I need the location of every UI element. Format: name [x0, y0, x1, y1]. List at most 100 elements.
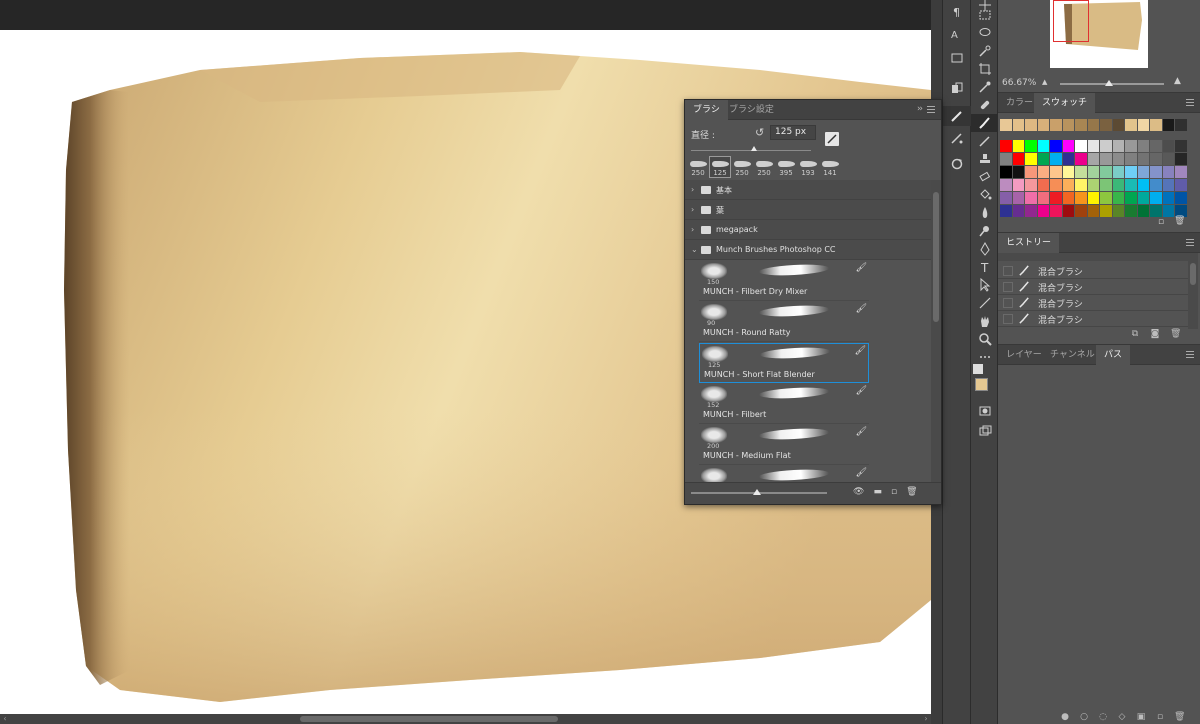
- chevron-right-icon[interactable]: ›: [691, 225, 694, 234]
- color-swatch[interactable]: [1175, 153, 1187, 165]
- color-swatch[interactable]: [1137, 166, 1149, 178]
- color-swatch[interactable]: [1087, 119, 1099, 131]
- history-state[interactable]: 混合ブラシ: [998, 263, 1188, 279]
- rotate-view-icon[interactable]: [943, 154, 971, 174]
- chevron-right-icon[interactable]: ›: [691, 185, 694, 194]
- brush-panel-icon[interactable]: [943, 106, 971, 126]
- color-swatch[interactable]: [1162, 179, 1174, 191]
- brush-preset[interactable]: 193: [797, 156, 819, 178]
- color-swatch[interactable]: [1000, 192, 1012, 204]
- zoom-in-icon[interactable]: ▲: [1174, 76, 1181, 86]
- chevron-down-icon[interactable]: ⌄: [691, 245, 698, 254]
- scrollbar-thumb[interactable]: [300, 716, 558, 722]
- color-swatch[interactable]: [1150, 153, 1162, 165]
- line-tool-icon[interactable]: [971, 294, 998, 312]
- color-swatch[interactable]: [1100, 192, 1112, 204]
- pen-tool-icon[interactable]: [971, 240, 998, 258]
- panel-menu-icon[interactable]: [1186, 99, 1194, 106]
- color-swatch[interactable]: [1125, 119, 1137, 131]
- brush-item[interactable]: 152 MUNCH - Filbert 🖌: [699, 384, 869, 424]
- color-swatch[interactable]: [1100, 153, 1112, 165]
- color-swatch[interactable]: [1112, 119, 1124, 131]
- color-swatch[interactable]: [1137, 140, 1149, 152]
- color-swatch[interactable]: [1087, 205, 1099, 217]
- trash-icon[interactable]: 🗑: [1170, 329, 1181, 339]
- tab-swatches[interactable]: スウォッチ: [1034, 93, 1096, 113]
- color-swatch[interactable]: [1000, 166, 1012, 178]
- color-swatch[interactable]: [1125, 166, 1137, 178]
- color-swatch[interactable]: [1087, 192, 1099, 204]
- color-swatch[interactable]: [1050, 205, 1062, 217]
- color-swatch[interactable]: [1112, 179, 1124, 191]
- paint-bucket-tool-icon[interactable]: [971, 186, 998, 204]
- color-swatch[interactable]: [1162, 119, 1174, 131]
- brush-preset[interactable]: 395: [775, 156, 797, 178]
- history-source-checkbox[interactable]: [1003, 298, 1013, 308]
- color-swatch[interactable]: [1050, 119, 1062, 131]
- color-swatch[interactable]: [1075, 192, 1087, 204]
- color-swatch[interactable]: [1025, 192, 1037, 204]
- color-swatch[interactable]: [1037, 140, 1049, 152]
- tab-history[interactable]: ヒストリー: [998, 233, 1060, 253]
- color-swatch[interactable]: [1150, 119, 1162, 131]
- history-snapshot-row[interactable]: [998, 253, 1188, 261]
- color-swatch[interactable]: [1162, 192, 1174, 204]
- color-swatch[interactable]: [1012, 205, 1024, 217]
- brush-preset[interactable]: 250: [687, 156, 709, 178]
- glyphs-icon[interactable]: [943, 48, 971, 68]
- delete-swatch-icon[interactable]: 🗑: [1174, 216, 1185, 226]
- size-input[interactable]: 125 px: [770, 125, 816, 140]
- color-swatch[interactable]: [1100, 119, 1112, 131]
- color-swatch[interactable]: [1150, 179, 1162, 191]
- history-brush-tool-icon[interactable]: [971, 132, 998, 150]
- color-swatch[interactable]: [1100, 140, 1112, 152]
- color-swatch[interactable]: [1175, 140, 1187, 152]
- zoom-out-icon[interactable]: ▲: [1042, 78, 1047, 86]
- color-swatch[interactable]: [1087, 140, 1099, 152]
- color-swatch[interactable]: [1112, 205, 1124, 217]
- screen-mode-icon[interactable]: [971, 422, 998, 440]
- color-swatch[interactable]: [1162, 166, 1174, 178]
- navigator-zoom-knob[interactable]: [1105, 80, 1113, 86]
- color-swatch[interactable]: [1050, 166, 1062, 178]
- camera-icon[interactable]: ◙: [1150, 329, 1160, 339]
- color-swatch[interactable]: [1100, 166, 1112, 178]
- scroll-right-icon[interactable]: ›: [921, 714, 931, 724]
- color-swatch[interactable]: [1075, 119, 1087, 131]
- color-swatch[interactable]: [1012, 192, 1024, 204]
- color-swatch[interactable]: [1012, 166, 1024, 178]
- brush-list-scrollbar[interactable]: [931, 180, 941, 482]
- color-swatch[interactable]: [1012, 153, 1024, 165]
- color-swatch[interactable]: [1000, 179, 1012, 191]
- path-select-tool-icon[interactable]: [971, 276, 998, 294]
- color-swatch[interactable]: [1150, 166, 1162, 178]
- color-swatch[interactable]: [1137, 192, 1149, 204]
- foreground-color-swatch[interactable]: [975, 378, 988, 391]
- scroll-left-icon[interactable]: ‹: [0, 714, 10, 724]
- quick-mask-icon[interactable]: [971, 402, 998, 420]
- color-swatch[interactable]: [1012, 140, 1024, 152]
- color-swatch[interactable]: [1125, 153, 1137, 165]
- pressure-size-toggle[interactable]: [825, 132, 839, 146]
- navigator-view-box[interactable]: [1053, 0, 1089, 42]
- brush-item[interactable]: 🖌: [699, 466, 869, 482]
- color-swatch[interactable]: [1062, 166, 1074, 178]
- color-swatch[interactable]: [1112, 153, 1124, 165]
- color-swatch[interactable]: [1175, 179, 1187, 191]
- color-swatch[interactable]: [1162, 205, 1174, 217]
- color-swatch[interactable]: [1075, 205, 1087, 217]
- crop-tool-icon[interactable]: [971, 60, 998, 78]
- tab-paths[interactable]: パス: [1096, 345, 1131, 365]
- brush-folder[interactable]: › megapack: [685, 220, 931, 240]
- collapse-panel-icon[interactable]: › ›: [917, 104, 923, 114]
- chevron-right-icon[interactable]: ›: [691, 205, 694, 214]
- lasso-tool-icon[interactable]: [971, 24, 998, 42]
- text-tool-icon[interactable]: T: [971, 258, 998, 276]
- color-swatch[interactable]: [1050, 192, 1062, 204]
- color-swatch[interactable]: [1162, 153, 1174, 165]
- color-swatch[interactable]: [1062, 192, 1074, 204]
- color-swatch[interactable]: [1137, 153, 1149, 165]
- history-scrollbar[interactable]: [1188, 253, 1198, 329]
- color-swatch[interactable]: [1100, 205, 1112, 217]
- color-swatch[interactable]: [1137, 119, 1149, 131]
